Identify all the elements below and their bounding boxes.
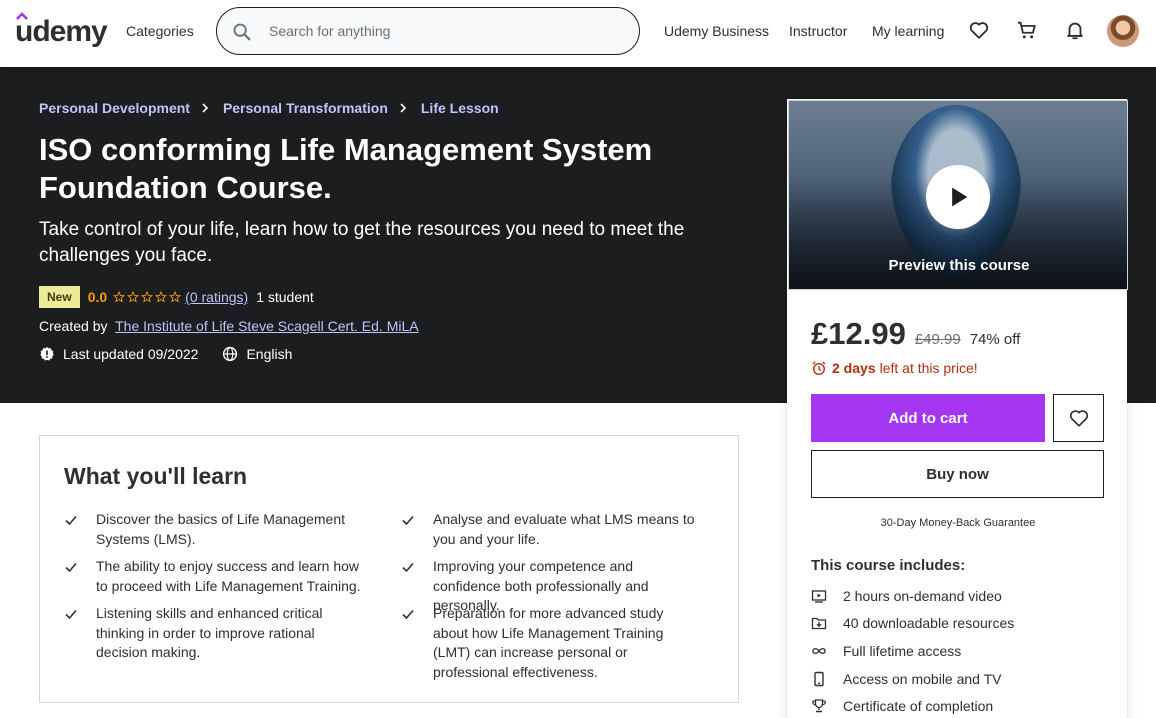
include-item-resources: 40 downloadable resources [811, 615, 1014, 631]
breadcrumb-item-personal-development[interactable]: Personal Development [39, 99, 190, 117]
learn-item: Preparation for more advanced study abou… [401, 604, 701, 682]
alert-badge-icon [40, 347, 54, 361]
learn-item: Analyse and evaluate what LMS means to y… [401, 510, 701, 549]
notification-bell-icon[interactable] [1063, 18, 1087, 42]
check-icon [402, 609, 414, 620]
user-avatar[interactable] [1107, 15, 1139, 47]
check-icon [65, 609, 77, 620]
play-button[interactable] [926, 165, 990, 229]
learn-item: Listening skills and enhanced critical t… [64, 604, 364, 663]
logo-mark-icon [16, 12, 28, 20]
cart-icon[interactable] [1015, 18, 1039, 42]
learn-item-text: Preparation for more advanced study abou… [433, 605, 664, 680]
chevron-right-icon [400, 103, 407, 113]
include-item-certificate: Certificate of completion [811, 698, 993, 714]
timer-text: left at this price! [879, 360, 978, 376]
instructor-link[interactable]: Instructor [789, 22, 847, 40]
include-item-text: Access on mobile and TV [843, 671, 1002, 687]
check-icon [65, 562, 77, 573]
learn-item-text: Discover the basics of Life Management S… [96, 511, 346, 547]
alarm-clock-icon [812, 361, 826, 376]
rating-row: New 0.0 (0 ratings) 1 student [39, 286, 314, 308]
timer-days: 2 days [832, 360, 876, 376]
last-updated-text: Last updated 09/2022 [63, 346, 199, 362]
include-item-text: 40 downloadable resources [843, 615, 1015, 631]
include-item-text: Certificate of completion [843, 698, 994, 714]
learn-item-text: Listening skills and enhanced critical t… [96, 605, 323, 661]
download-folder-icon [811, 617, 827, 630]
what-youll-learn-box: What you'll learn Discover the basics of… [39, 435, 739, 703]
student-count: 1 student [256, 289, 314, 305]
star-outline-icon [169, 291, 182, 303]
add-to-cart-button[interactable]: Add to cart [811, 394, 1045, 442]
breadcrumb-item-life-lesson[interactable]: Life Lesson [421, 99, 499, 117]
created-by: Created by The Institute of Life Steve S… [39, 317, 419, 335]
instructor-name-link[interactable]: The Institute of Life Steve Scagell Cert… [115, 318, 418, 334]
mobile-phone-icon [814, 671, 824, 687]
price-row: £12.99 £49.99 74% off [811, 316, 1020, 352]
purchase-card: Preview this course £12.99 £49.99 74% of… [787, 99, 1128, 718]
search-bar[interactable] [216, 7, 640, 55]
learn-item-text: The ability to enjoy success and learn h… [96, 558, 361, 594]
rating-value: 0.0 [87, 289, 108, 305]
include-item-text: 2 hours on-demand video [843, 588, 1002, 604]
original-price: £49.99 [914, 331, 961, 348]
search-icon[interactable] [231, 21, 253, 43]
money-back-guarantee: 30-Day Money-Back Guarantee [880, 517, 1036, 529]
learn-title: What you'll learn [64, 463, 248, 489]
check-icon [402, 562, 414, 573]
ratings-count-link[interactable]: (0 ratings) [185, 289, 248, 305]
include-item-text: Full lifetime access [843, 643, 962, 659]
course-title: ISO conforming Life Management System Fo… [39, 132, 653, 205]
buy-now-button[interactable]: Buy now [811, 450, 1104, 498]
new-badge: New [39, 286, 80, 308]
infinity-icon [812, 648, 826, 654]
learn-item-text: Analyse and evaluate what LMS means to y… [433, 511, 695, 547]
breadcrumb-item-personal-transformation[interactable]: Personal Transformation [223, 99, 388, 117]
udemy-logo[interactable]: udemy [15, 12, 108, 48]
my-learning-link[interactable]: My learning [872, 22, 944, 40]
language-text: English [246, 346, 293, 362]
top-navbar: udemy Categories Udemy Business Instruct… [0, 0, 1156, 67]
logo-text: udemy [15, 15, 108, 48]
includes-title: This course includes: [811, 557, 966, 574]
include-item-lifetime: Full lifetime access [811, 643, 961, 659]
discount-timer: 2 days left at this price! [811, 360, 978, 376]
learn-item: Discover the basics of Life Management S… [64, 510, 364, 549]
include-item-video: 2 hours on-demand video [811, 588, 1002, 604]
play-icon [952, 187, 968, 207]
current-price: £12.99 [811, 316, 906, 351]
star-outline-icon [113, 291, 126, 303]
discount-percent: 74% off [969, 331, 1021, 348]
chevron-right-icon [202, 103, 209, 113]
breadcrumb: Personal Development Personal Transforma… [39, 99, 499, 117]
preview-label: Preview this course [888, 257, 1030, 274]
course-meta: Last updated 09/2022 English [39, 345, 316, 363]
star-outline-icon [141, 291, 154, 303]
created-by-label: Created by [39, 318, 108, 334]
video-icon [811, 590, 827, 603]
globe-icon [223, 346, 238, 362]
categories-link[interactable]: Categories [126, 22, 194, 40]
star-outline-icon [127, 291, 140, 303]
last-updated: Last updated 09/2022 [39, 345, 198, 363]
trophy-icon [812, 699, 826, 713]
rating-stars [113, 291, 182, 303]
check-icon [65, 515, 77, 526]
course-subtitle: Take control of your life, learn how to … [39, 219, 685, 266]
wishlist-button[interactable] [1053, 394, 1104, 442]
star-outline-icon [155, 291, 168, 303]
check-icon [402, 515, 414, 526]
include-item-mobile: Access on mobile and TV [811, 671, 1002, 687]
course-preview-video[interactable]: Preview this course [788, 100, 1128, 290]
udemy-business-link[interactable]: Udemy Business [664, 22, 769, 40]
wishlist-heart-icon[interactable] [967, 18, 991, 42]
search-input[interactable] [269, 19, 619, 43]
heart-icon [1069, 410, 1088, 427]
learn-item: The ability to enjoy success and learn h… [64, 557, 364, 596]
course-language: English [222, 345, 292, 363]
